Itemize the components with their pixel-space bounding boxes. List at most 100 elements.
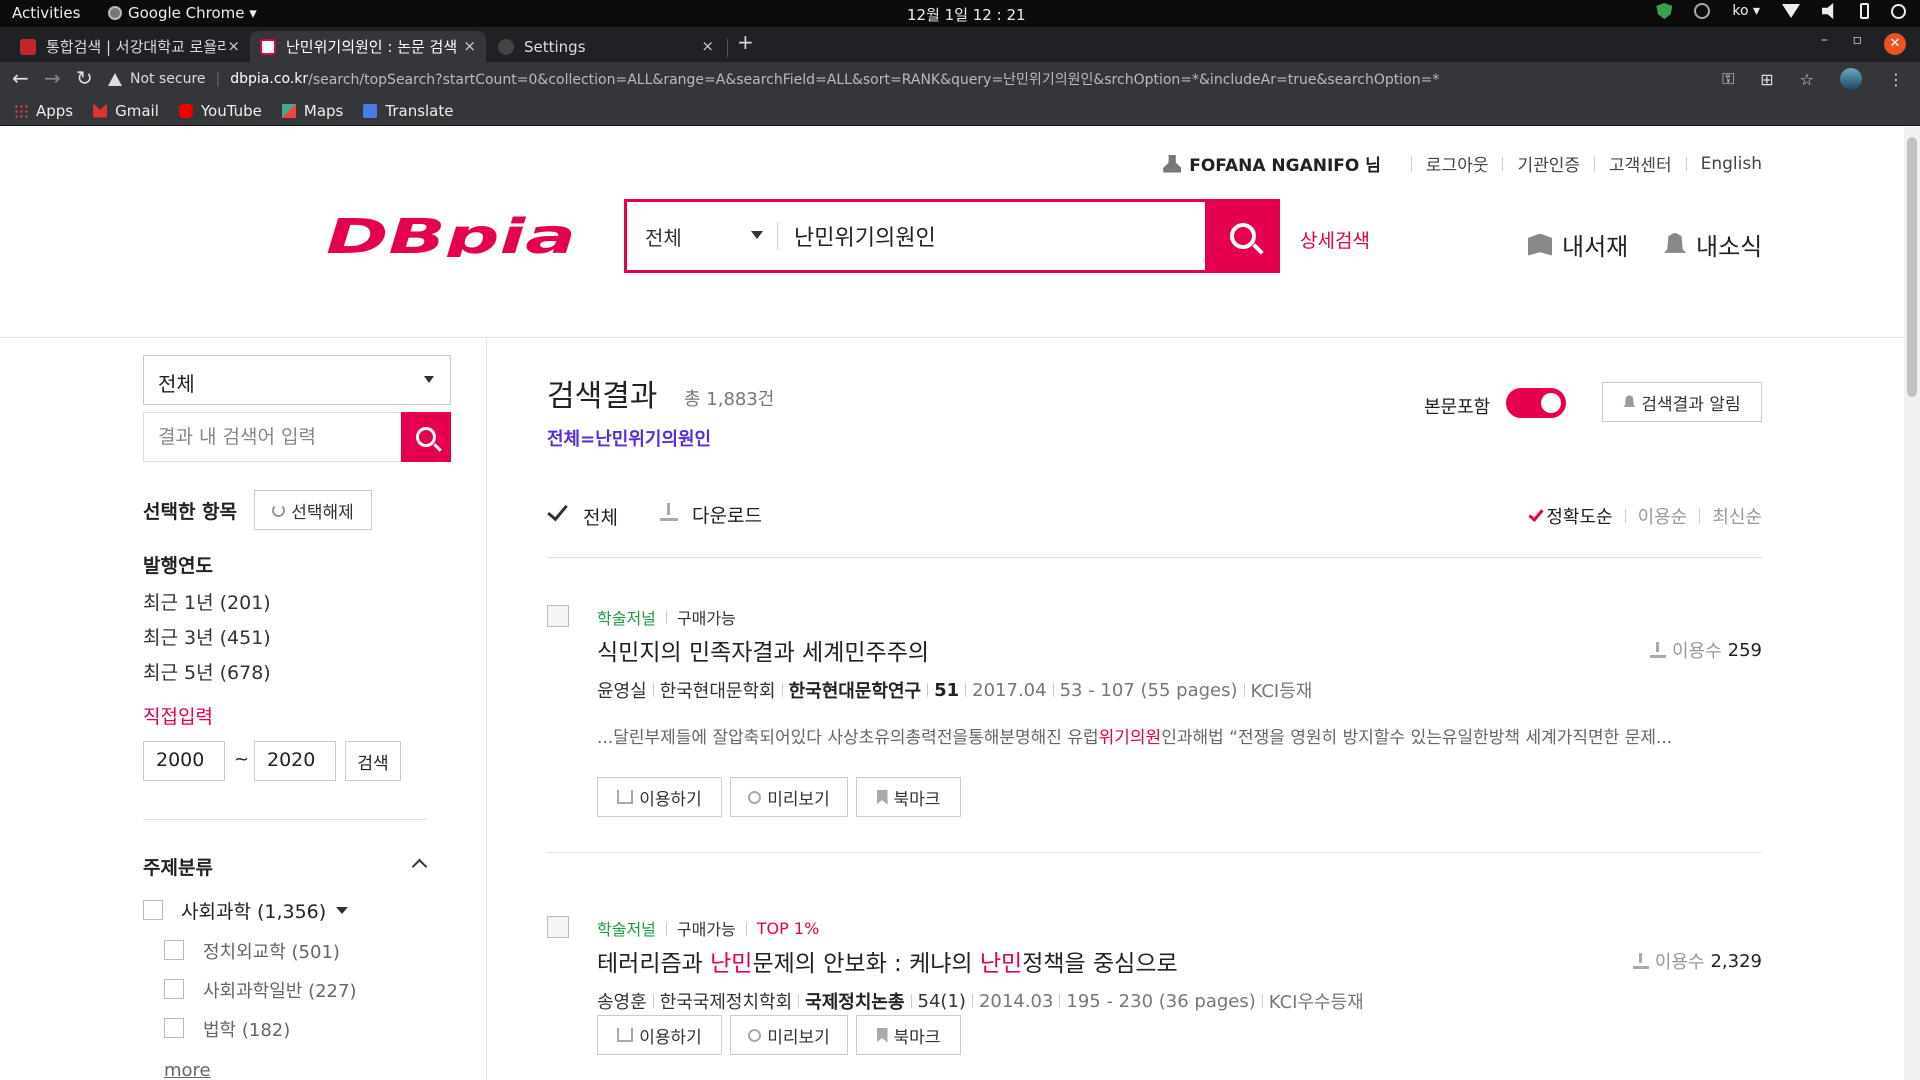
- bookmark-button[interactable]: 북마크: [856, 1015, 961, 1055]
- download-icon[interactable]: [660, 503, 678, 521]
- result-title[interactable]: 테러리즘과 난민문제의 안보화 : 케냐의 난민정책을 중심으로: [597, 944, 1178, 978]
- forward-button[interactable]: →: [44, 66, 61, 90]
- maximize-button[interactable]: ▫: [1853, 32, 1863, 48]
- filter-scope-select[interactable]: 전체: [143, 355, 451, 405]
- logout-link[interactable]: 로그아웃: [1426, 151, 1489, 176]
- customer-center-link[interactable]: 고객센터: [1609, 151, 1672, 176]
- subcategory-checkbox[interactable]: [164, 1018, 184, 1038]
- bookmark-maps[interactable]: Maps: [281, 102, 343, 120]
- address-bar[interactable]: Not secure | dbpia.co.kr /search/topSear…: [108, 65, 1748, 93]
- user-name[interactable]: FOFANA NGANIFO 님: [1163, 151, 1381, 176]
- advanced-search-link[interactable]: 상세검색: [1300, 226, 1370, 253]
- my-library-link[interactable]: 내서재: [1528, 227, 1628, 262]
- tab-sogang[interactable]: 통합검색 | 서강대학교 로욜라 ×: [10, 31, 250, 62]
- result-title[interactable]: 식민지의 민족자결과 세계민주주의: [597, 633, 929, 667]
- menu-icon[interactable]: ⋮: [1888, 70, 1904, 89]
- bookmark-apps[interactable]: Apps: [14, 102, 73, 120]
- activities-button[interactable]: Activities: [12, 4, 80, 22]
- wifi-icon[interactable]: [1782, 4, 1800, 18]
- sync-icon[interactable]: [1694, 3, 1711, 19]
- scrollbar-thumb[interactable]: [1907, 137, 1917, 397]
- clock[interactable]: 12월 1일 12 : 21: [907, 4, 1026, 25]
- english-link[interactable]: English: [1701, 154, 1762, 174]
- bookmark-youtube[interactable]: YouTube: [178, 102, 262, 120]
- dbpia-logo[interactable]: DBpia: [326, 215, 580, 257]
- main-search-button[interactable]: [1206, 199, 1280, 273]
- sort-accuracy[interactable]: 정확도순: [1528, 503, 1613, 529]
- close-icon[interactable]: ×: [701, 37, 714, 55]
- bookmark-button[interactable]: 북마크: [856, 777, 961, 817]
- bookmark-translate[interactable]: Translate: [363, 102, 453, 120]
- use-button[interactable]: 이용하기: [597, 777, 722, 817]
- select-all-label[interactable]: 전체: [583, 503, 618, 530]
- category-checkbox[interactable]: [143, 900, 163, 920]
- profile-avatar[interactable]: [1840, 68, 1862, 90]
- language-indicator[interactable]: ko ▾: [1732, 3, 1760, 19]
- subcategory-law[interactable]: 법학 (182): [203, 1016, 290, 1042]
- year-option-3[interactable]: 최근 3년 (451): [143, 623, 271, 650]
- year-option-5[interactable]: 최근 5년 (678): [143, 658, 271, 685]
- chevron-up-icon[interactable]: [411, 858, 428, 875]
- minimize-button[interactable]: –: [1821, 32, 1828, 48]
- tab-dbpia-search[interactable]: 난민위기의원인 : 논문 검색 ×: [250, 31, 486, 62]
- sort-latest[interactable]: 최신순: [1712, 503, 1762, 529]
- journal[interactable]: 국제정치논총: [805, 988, 904, 1014]
- reload-button[interactable]: ↻: [76, 66, 93, 90]
- direct-input-link[interactable]: 직접입력: [143, 702, 213, 729]
- new-tab-button[interactable]: +: [737, 30, 754, 54]
- result-checkbox[interactable]: [547, 605, 569, 627]
- window-close-button[interactable]: ✕: [1884, 33, 1906, 55]
- star-icon[interactable]: ☆: [1800, 70, 1814, 89]
- year-from-input[interactable]: 2000: [143, 741, 225, 781]
- use-label: 이용하기: [639, 789, 702, 810]
- select-all-checkbox[interactable]: [547, 501, 569, 523]
- volume-icon[interactable]: [1822, 3, 1834, 19]
- include-body-toggle[interactable]: [1506, 388, 1566, 418]
- bookmark-gmail[interactable]: Gmail: [93, 102, 159, 120]
- shield-icon[interactable]: [1656, 3, 1673, 19]
- subcategory-politics[interactable]: 정치외교학 (501): [203, 938, 340, 964]
- battery-icon[interactable]: [1860, 3, 1869, 19]
- clear-selection-button[interactable]: 선택해제: [254, 490, 372, 530]
- volume[interactable]: 51: [934, 680, 959, 701]
- my-news-link[interactable]: 내소식: [1664, 227, 1762, 262]
- search-alert-button[interactable]: 검색결과 알림: [1602, 382, 1762, 422]
- in-result-search-button[interactable]: [401, 412, 451, 462]
- page-scrollbar[interactable]: [1904, 127, 1920, 1080]
- more-link[interactable]: more: [164, 1060, 211, 1080]
- close-icon[interactable]: ×: [227, 37, 240, 55]
- preview-button[interactable]: 미리보기: [730, 777, 848, 817]
- sort-usage[interactable]: 이용순: [1638, 503, 1688, 529]
- subject-category-title: 주제분류: [143, 857, 213, 879]
- journal[interactable]: 한국현대문학연구: [789, 677, 921, 703]
- subcategory-checkbox[interactable]: [164, 940, 184, 960]
- in-result-search-input[interactable]: [144, 413, 402, 461]
- volume[interactable]: 54(1): [918, 991, 966, 1012]
- year-search-button[interactable]: 검색: [345, 741, 401, 781]
- year-to-input[interactable]: 2020: [254, 741, 336, 781]
- result-checkbox[interactable]: [547, 916, 569, 938]
- main-search-input[interactable]: [778, 223, 1178, 249]
- preview-button[interactable]: 미리보기: [730, 1015, 848, 1055]
- author[interactable]: 윤영실: [597, 677, 647, 703]
- system-tray[interactable]: ko ▾: [1656, 3, 1906, 19]
- translate-icon[interactable]: ⊞: [1760, 70, 1773, 89]
- back-button[interactable]: ←: [12, 66, 29, 90]
- publisher[interactable]: 한국현대문학회: [660, 677, 776, 703]
- key-icon[interactable]: ⚿: [1722, 69, 1734, 89]
- publisher[interactable]: 한국국제정치학회: [660, 988, 792, 1014]
- app-menu[interactable]: Google Chrome ▾: [108, 4, 257, 22]
- use-button[interactable]: 이용하기: [597, 1015, 722, 1055]
- search-scope-select[interactable]: 전체: [627, 222, 777, 251]
- download-button[interactable]: 다운로드: [692, 501, 762, 528]
- subcategory-social-general[interactable]: 사회과학일반 (227): [203, 977, 356, 1003]
- close-icon[interactable]: ×: [463, 37, 476, 55]
- author[interactable]: 송영훈: [597, 988, 647, 1014]
- tab-settings[interactable]: Settings ×: [488, 31, 724, 62]
- power-icon[interactable]: [1891, 3, 1906, 19]
- not-secure-label[interactable]: Not secure: [130, 71, 206, 87]
- institution-auth-link[interactable]: 기관인증: [1517, 151, 1580, 176]
- subcategory-checkbox[interactable]: [164, 979, 184, 999]
- year-option-1[interactable]: 최근 1년 (201): [143, 588, 271, 615]
- category-social-science[interactable]: 사회과학 (1,356): [181, 897, 349, 924]
